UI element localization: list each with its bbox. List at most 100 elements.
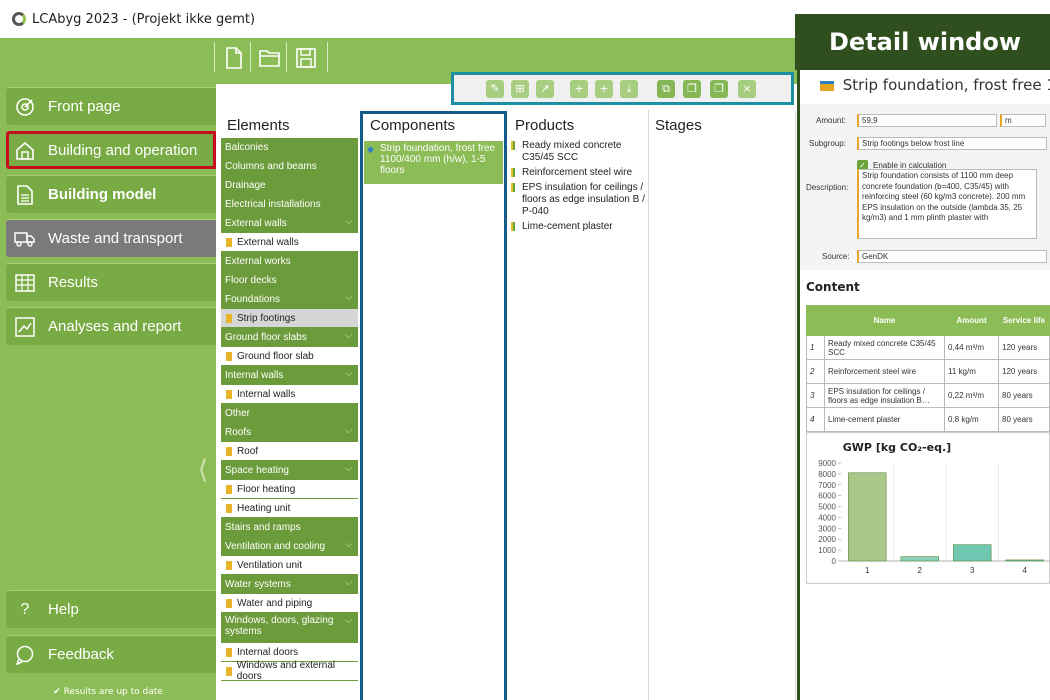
new-file-icon[interactable] (220, 44, 248, 72)
nav-results[interactable]: Results (6, 263, 216, 301)
element-group[interactable]: External walls ⌵ (221, 214, 358, 233)
element-label: External walls (237, 236, 299, 248)
chevron-down-icon[interactable]: ⌵ (345, 292, 352, 303)
element-group[interactable]: Ventilation and cooling ⌵ (221, 537, 358, 556)
table-cell-life: 120 years (998, 335, 1050, 360)
product-item[interactable]: Lime-cement plaster (510, 221, 648, 233)
amount-input[interactable]: 59,9 (857, 114, 997, 127)
element-item[interactable]: Windows and external doors (221, 660, 358, 682)
nav-analyses-and-report[interactable]: Analyses and report (6, 307, 216, 345)
add-child-icon[interactable]: + (595, 80, 613, 98)
element-type-icon (226, 389, 232, 399)
table-row[interactable]: 2 Reinforcement steel wire 11 kg/m 120 year… (806, 359, 1050, 384)
chart-title: GWP [kg CO₂-eq.] (842, 441, 952, 454)
source-select[interactable]: GenDK (857, 250, 1047, 263)
chevron-down-icon[interactable]: ⌵ (345, 425, 352, 436)
element-group[interactable]: Drainage (221, 176, 358, 195)
column-divider (648, 110, 649, 700)
element-group[interactable]: External works (221, 252, 358, 271)
element-item[interactable]: Ventilation unit (221, 556, 358, 575)
product-item[interactable]: Ready mixed concrete C35/45 SCC (510, 140, 648, 164)
element-label: Columns and beams (225, 160, 317, 172)
element-item[interactable]: Roof (221, 442, 358, 461)
bar[interactable] (1005, 559, 1044, 562)
element-item[interactable]: Water and piping (221, 594, 358, 613)
help-icon: ? (20, 600, 30, 618)
element-label: Roofs (225, 426, 252, 438)
chevron-down-icon[interactable]: ⌵ (345, 368, 352, 379)
nav-label: Building model (48, 186, 157, 203)
element-label: Electrical installations (225, 198, 321, 210)
nav-feedback[interactable]: Feedback (6, 635, 216, 673)
product-label: Reinforcement steel wire (522, 167, 633, 178)
element-group[interactable]: Stairs and ramps (221, 518, 358, 537)
nav-help[interactable]: ? Help (6, 590, 216, 628)
element-label: Foundations (225, 293, 281, 305)
element-label: Internal walls (225, 369, 284, 381)
bar[interactable] (848, 472, 887, 562)
nav-building-and-operation[interactable]: Building and operation (6, 131, 216, 169)
copy-link-icon[interactable]: ⧉ (657, 80, 675, 98)
detail-title: Strip foundation, frost free 1100/4 (800, 76, 1050, 98)
element-group[interactable]: Floor decks (221, 271, 358, 290)
element-group[interactable]: Windows, doors, glazing systems ⌵ (221, 613, 358, 643)
nav-label: Feedback (48, 646, 114, 663)
y-tick-label: 5000 (818, 503, 836, 512)
subgroup-select[interactable]: Strip footings below frost line (857, 137, 1047, 150)
save-icon[interactable] (292, 44, 320, 72)
element-item[interactable]: External walls (221, 233, 358, 252)
component-item[interactable]: ◆ Strip foundation, frost free 1100/400 … (364, 141, 503, 184)
open-folder-icon[interactable] (256, 44, 284, 72)
chevron-down-icon[interactable]: ⌵ (345, 615, 352, 626)
element-type-icon (226, 237, 232, 247)
import-icon[interactable]: ⤓ (620, 80, 638, 98)
element-group[interactable]: Electrical installations (221, 195, 358, 214)
description-textarea[interactable]: Strip foundation consists of 1100 mm dee… (857, 169, 1037, 239)
element-type-icon (226, 446, 232, 456)
element-group[interactable]: Space heating ⌵ (221, 461, 358, 480)
element-group[interactable]: Water systems ⌵ (221, 575, 358, 594)
hierarchy-icon[interactable]: ⊞ (511, 80, 529, 98)
element-group[interactable]: Ground floor slabs ⌵ (221, 328, 358, 347)
table-row[interactable]: 4 Lime-cement plaster 0,8 kg/m 80 years (806, 407, 1050, 432)
element-label: Ground floor slabs (225, 331, 307, 343)
product-item[interactable]: Reinforcement steel wire (510, 167, 648, 179)
element-group[interactable]: Foundations ⌵ (221, 290, 358, 309)
element-item[interactable]: Internal walls (221, 385, 358, 404)
copy-icon[interactable]: ❐ (710, 80, 728, 98)
delete-icon[interactable]: × (738, 80, 756, 98)
chevron-down-icon[interactable]: ⌵ (345, 577, 352, 588)
unit-select[interactable]: m (1000, 114, 1046, 127)
table-row[interactable]: 3 EPS insulation for ceilings / floors as… (806, 383, 1050, 408)
element-group[interactable]: Internal walls ⌵ (221, 366, 358, 385)
element-item[interactable]: Heating unit (221, 499, 358, 518)
element-group[interactable]: Balconies (221, 138, 358, 157)
sidebar-collapse-handle[interactable]: ⟨ (195, 453, 211, 487)
element-group[interactable]: Other (221, 404, 358, 423)
elements-header: Elements (227, 117, 290, 134)
nav-building-model[interactable]: Building model (6, 175, 216, 213)
bar[interactable] (953, 544, 992, 562)
element-group[interactable]: Columns and beams (221, 157, 358, 176)
element-item[interactable]: Ground floor slab (221, 347, 358, 366)
edit-icon[interactable]: ✎ (486, 80, 504, 98)
bar[interactable] (900, 556, 939, 562)
open-external-icon[interactable]: ↗ (536, 80, 554, 98)
table-row[interactable]: 1 Ready mixed concrete C35/45 SCC 0,44 m³/… (806, 335, 1050, 360)
chevron-down-icon[interactable]: ⌵ (345, 216, 352, 227)
product-item[interactable]: EPS insulation for ceilings / floors as … (510, 182, 648, 218)
chevron-down-icon[interactable]: ⌵ (345, 539, 352, 550)
element-group[interactable]: Roofs ⌵ (221, 423, 358, 442)
element-label: Other (225, 407, 251, 419)
chevron-down-icon[interactable]: ⌵ (345, 330, 352, 341)
x-tick-label: 1 (865, 566, 870, 575)
chevron-down-icon[interactable]: ⌵ (345, 463, 352, 474)
add-icon[interactable]: + (570, 80, 588, 98)
nav-waste-and-transport[interactable]: Waste and transport (6, 219, 216, 257)
duplicate-icon[interactable]: ❐ (683, 80, 701, 98)
element-item[interactable]: Strip footings (221, 309, 358, 328)
nav-front-page[interactable]: Front page (6, 87, 216, 125)
element-item[interactable]: Floor heating (221, 480, 358, 499)
nav-label: Analyses and report (48, 318, 182, 335)
gwp-chart-plot: 0 1000 2000 3000 40005000 6000 7000 8000 9000 1 2 3… (818, 459, 1050, 575)
